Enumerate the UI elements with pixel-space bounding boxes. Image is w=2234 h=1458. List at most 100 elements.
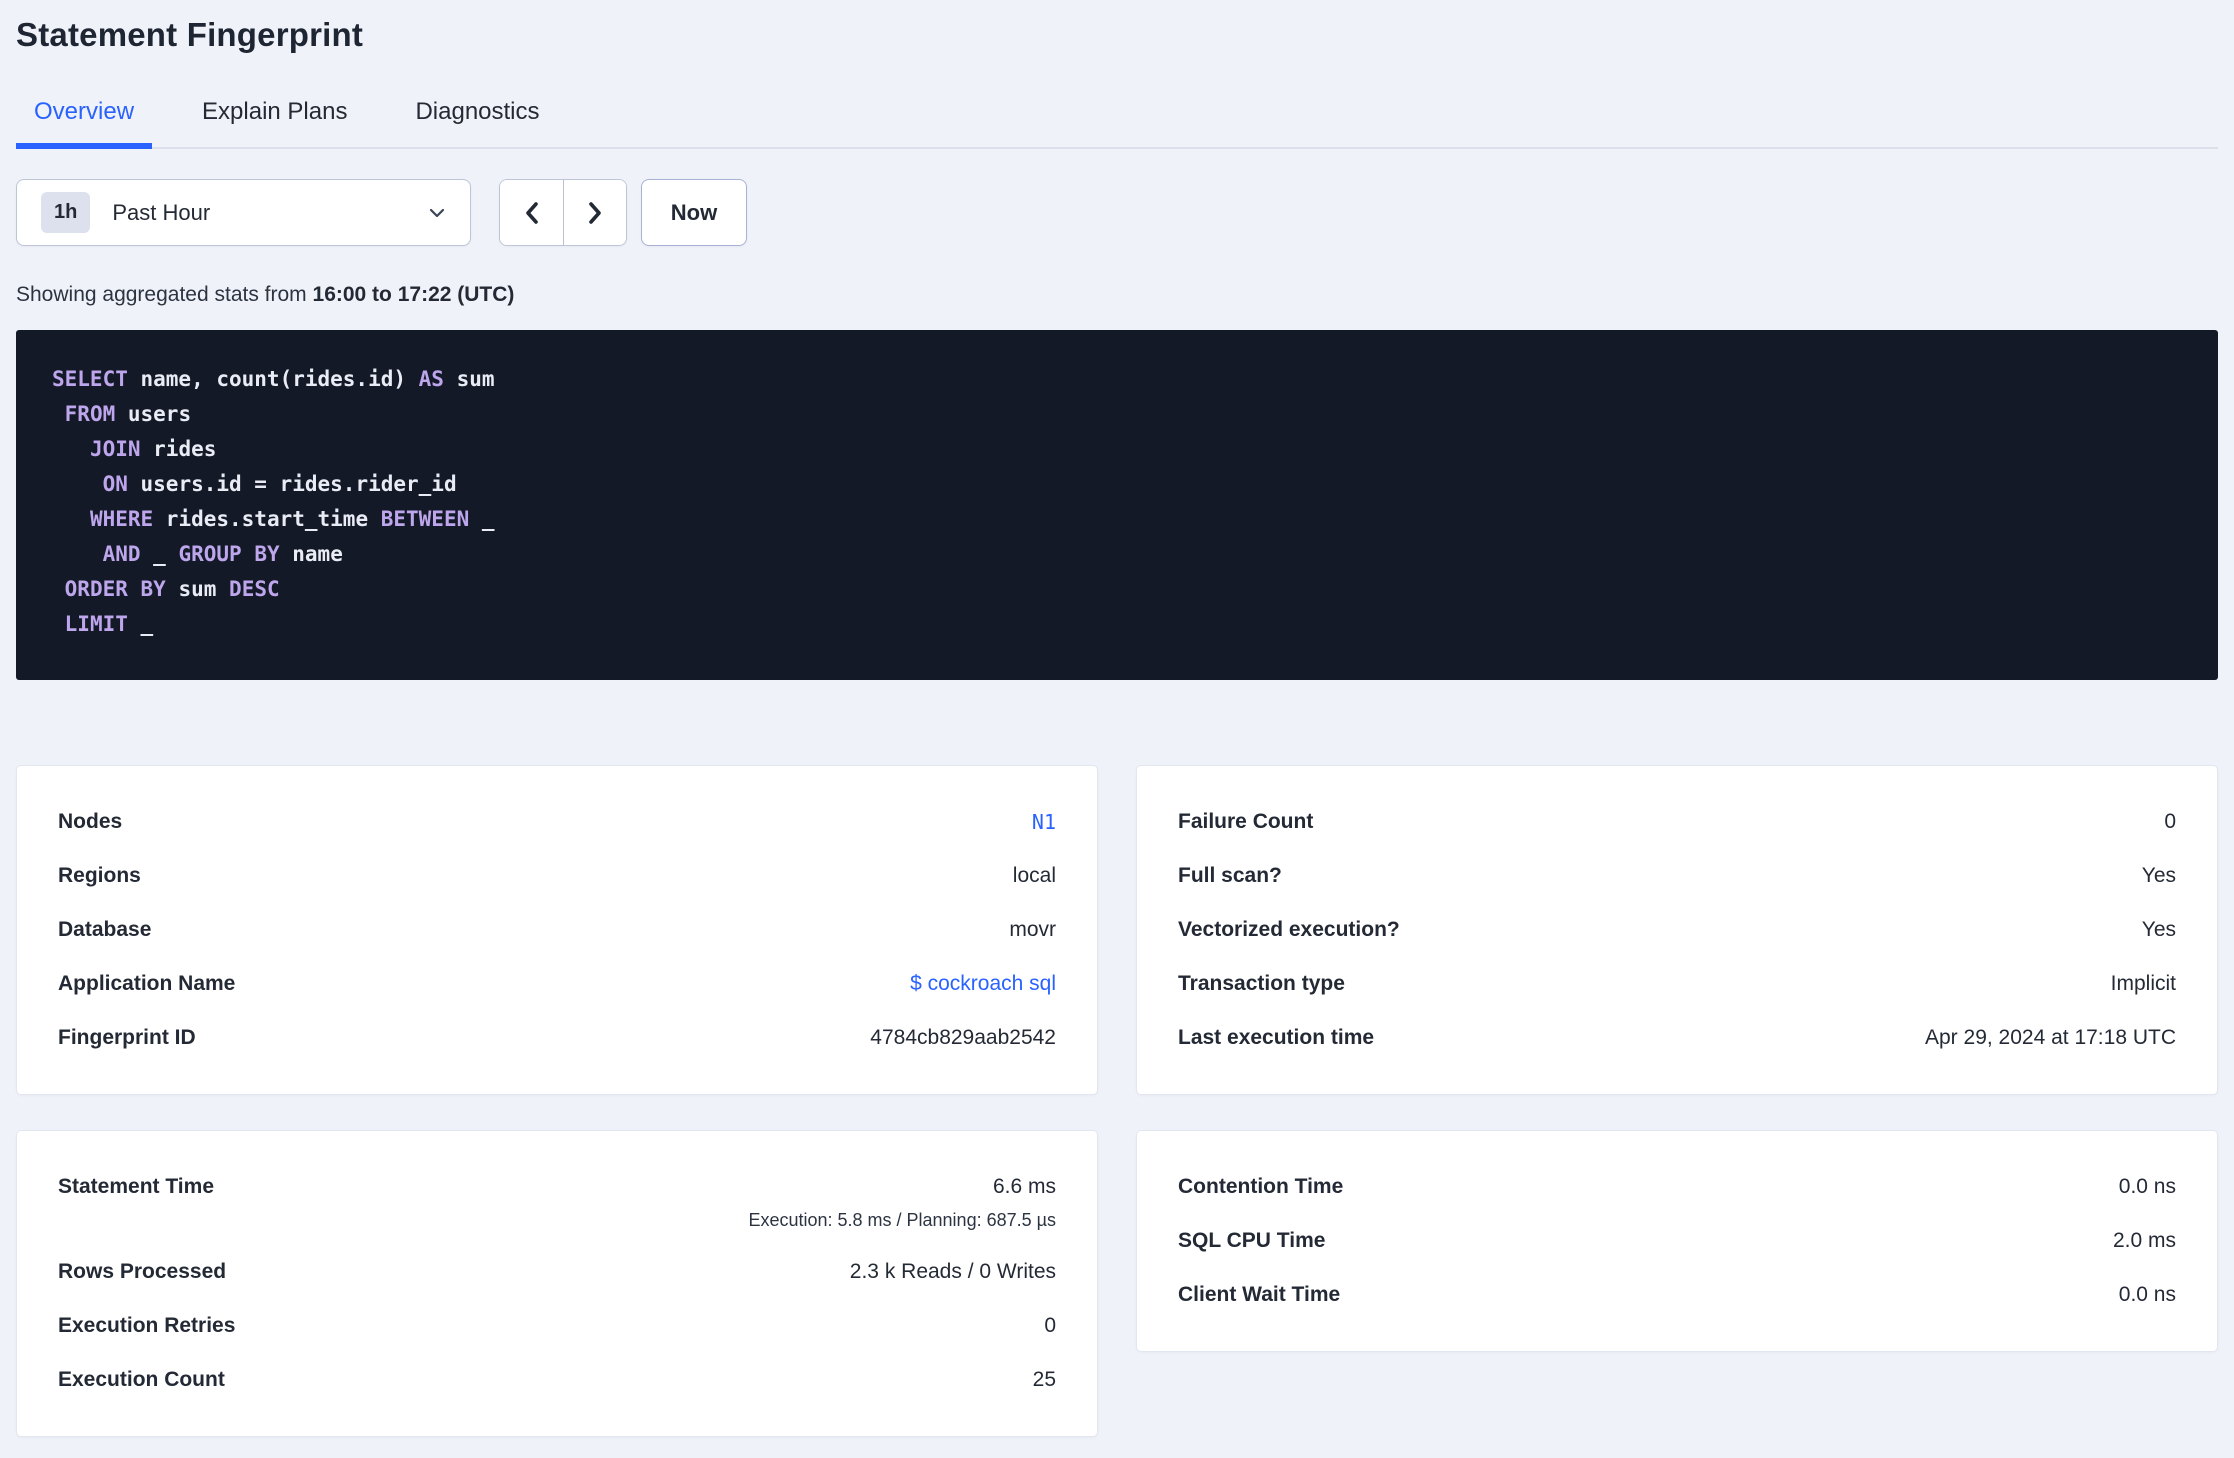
- summary-cards: Nodes N1 Regions local Database movr App…: [16, 765, 2218, 1451]
- kv-right: 4784cb829aab2542: [870, 1024, 1056, 1052]
- sql-text: _: [127, 612, 154, 636]
- kv-row: Transaction type Implicit: [1178, 957, 2176, 1011]
- kv-label: Full scan?: [1178, 864, 1282, 887]
- kv-label: Nodes: [58, 810, 123, 833]
- sql-text: users.id = rides.rider_id: [127, 472, 457, 496]
- kv-value: Yes: [2141, 864, 2176, 887]
- sql-line: FROM users: [52, 397, 2182, 432]
- kv-label: SQL CPU Time: [1178, 1229, 1326, 1252]
- kv-label: Regions: [58, 864, 141, 887]
- aggregated-stats-text: Showing aggregated stats from 16:00 to 1…: [16, 283, 2218, 307]
- kv-row: Execution Count 25: [58, 1353, 1056, 1407]
- kv-label: Client Wait Time: [1178, 1283, 1341, 1306]
- kv-label: Rows Processed: [58, 1260, 227, 1283]
- kv-right: 2.0 ms: [2113, 1227, 2176, 1255]
- sql-text: users: [115, 402, 192, 426]
- sql-keyword: FROM: [64, 402, 116, 426]
- kv-label: Statement Time: [58, 1175, 214, 1198]
- kv-right: Apr 29, 2024 at 17:18 UTC: [1925, 1024, 2176, 1052]
- sql-keyword: GROUP: [178, 542, 242, 566]
- chevron-right-icon: [584, 200, 606, 226]
- sql-statement-box: SELECT name, count(rides.id) AS sum FROM…: [16, 330, 2218, 680]
- kv-row: Client Wait Time 0.0 ns: [1178, 1268, 2176, 1322]
- sql-line: SELECT name, count(rides.id) AS sum: [52, 362, 2182, 397]
- time-range-label: Past Hour: [112, 199, 211, 225]
- kv-row: Application Name $ cockroach sql: [58, 957, 1056, 1011]
- kv-subvalue: Execution: 5.8 ms / Planning: 687.5 µs: [748, 1210, 1056, 1230]
- aggregated-stats-range: 16:00 to 17:22 (UTC): [312, 283, 515, 306]
- sql-text: sum: [443, 367, 495, 391]
- kv-value: 0: [1044, 1314, 1056, 1337]
- sql-text: _: [469, 507, 495, 531]
- kv-value-link[interactable]: $ cockroach sql: [910, 972, 1056, 995]
- kv-right: 0: [2164, 808, 2176, 836]
- kv-value: 6.6 ms: [992, 1175, 1056, 1198]
- kv-right: Yes: [2142, 862, 2176, 890]
- kv-value: 25: [1032, 1368, 1056, 1391]
- kv-label: Vectorized execution?: [1178, 918, 1400, 941]
- kv-row: SQL CPU Time 2.0 ms: [1178, 1214, 2176, 1268]
- kv-label: Transaction type: [1178, 972, 1345, 995]
- kv-row: Rows Processed 2.3 k Reads / 0 Writes: [58, 1245, 1056, 1299]
- tab-explain-plans[interactable]: Explain Plans: [184, 98, 365, 149]
- sql-keyword: BY: [254, 542, 280, 566]
- kv-right: 0.0 ns: [2119, 1281, 2176, 1309]
- card-details-left: Nodes N1 Regions local Database movr App…: [16, 765, 1098, 1095]
- kv-label: Contention Time: [1178, 1175, 1344, 1198]
- next-time-button[interactable]: [563, 180, 626, 245]
- sql-text: rides.start_time: [153, 507, 381, 531]
- kv-value-link[interactable]: N1: [1032, 810, 1056, 834]
- sql-text: sum: [165, 577, 230, 601]
- kv-value: 0.0 ns: [2118, 1175, 2176, 1198]
- tab-label: Overview: [34, 98, 135, 125]
- card-stats-right: Contention Time 0.0 ns SQL CPU Time 2.0 …: [1136, 1130, 2218, 1352]
- sql-keyword: BETWEEN: [380, 507, 470, 531]
- kv-value: 2.3 k Reads / 0 Writes: [849, 1260, 1056, 1283]
- kv-row: Vectorized execution? Yes: [1178, 903, 2176, 957]
- tab-diagnostics[interactable]: Diagnostics: [397, 98, 557, 149]
- kv-right: Implicit: [2111, 970, 2176, 998]
- now-button[interactable]: Now: [641, 179, 747, 246]
- kv-value: movr: [1009, 918, 1056, 941]
- tab-overview[interactable]: Overview: [16, 98, 153, 149]
- kv-label: Fingerprint ID: [58, 1026, 196, 1049]
- kv-label: Database: [58, 918, 152, 941]
- kv-label: Last execution time: [1178, 1026, 1375, 1049]
- page-title: Statement Fingerprint: [16, 16, 364, 53]
- kv-row: Regions local: [58, 849, 1056, 903]
- kv-value: 4784cb829aab2542: [870, 1026, 1056, 1049]
- kv-row: Failure Count 0: [1178, 795, 2176, 849]
- card-stats-left: Statement Time 6.6 ms Execution: 5.8 ms …: [16, 1130, 1098, 1437]
- time-range-badge: 1h: [41, 192, 91, 233]
- sql-text: rides: [140, 437, 217, 461]
- sql-keyword: BY: [140, 577, 166, 601]
- kv-right: 0.0 ns: [2119, 1173, 2176, 1201]
- kv-row: Full scan? Yes: [1178, 849, 2176, 903]
- sql-line: LIMIT _: [52, 607, 2182, 642]
- kv-row: Nodes N1: [58, 795, 1056, 849]
- sql-keyword: LIMIT: [64, 612, 128, 636]
- time-controls: 1h Past Hour Now: [16, 179, 2218, 246]
- prev-time-button[interactable]: [500, 180, 563, 245]
- kv-right: N1: [1032, 808, 1056, 836]
- kv-right: movr: [1009, 916, 1056, 944]
- time-range-dropdown[interactable]: 1h Past Hour: [16, 179, 471, 246]
- sql-line: ORDER BY sum DESC: [52, 572, 2182, 607]
- sql-text: _: [140, 542, 179, 566]
- sql-line: JOIN rides: [52, 432, 2182, 467]
- kv-right: 25: [1033, 1366, 1056, 1394]
- sql-line: ON users.id = rides.rider_id: [52, 467, 2182, 502]
- kv-right: $ cockroach sql: [910, 970, 1056, 998]
- kv-value: 0.0 ns: [2118, 1283, 2176, 1306]
- sql-keyword: ORDER: [64, 577, 128, 601]
- sql-line: AND _ GROUP BY name: [52, 537, 2182, 572]
- time-step-button-group: [499, 179, 627, 246]
- kv-right: Yes: [2142, 916, 2176, 944]
- kv-right: 0: [1044, 1312, 1056, 1340]
